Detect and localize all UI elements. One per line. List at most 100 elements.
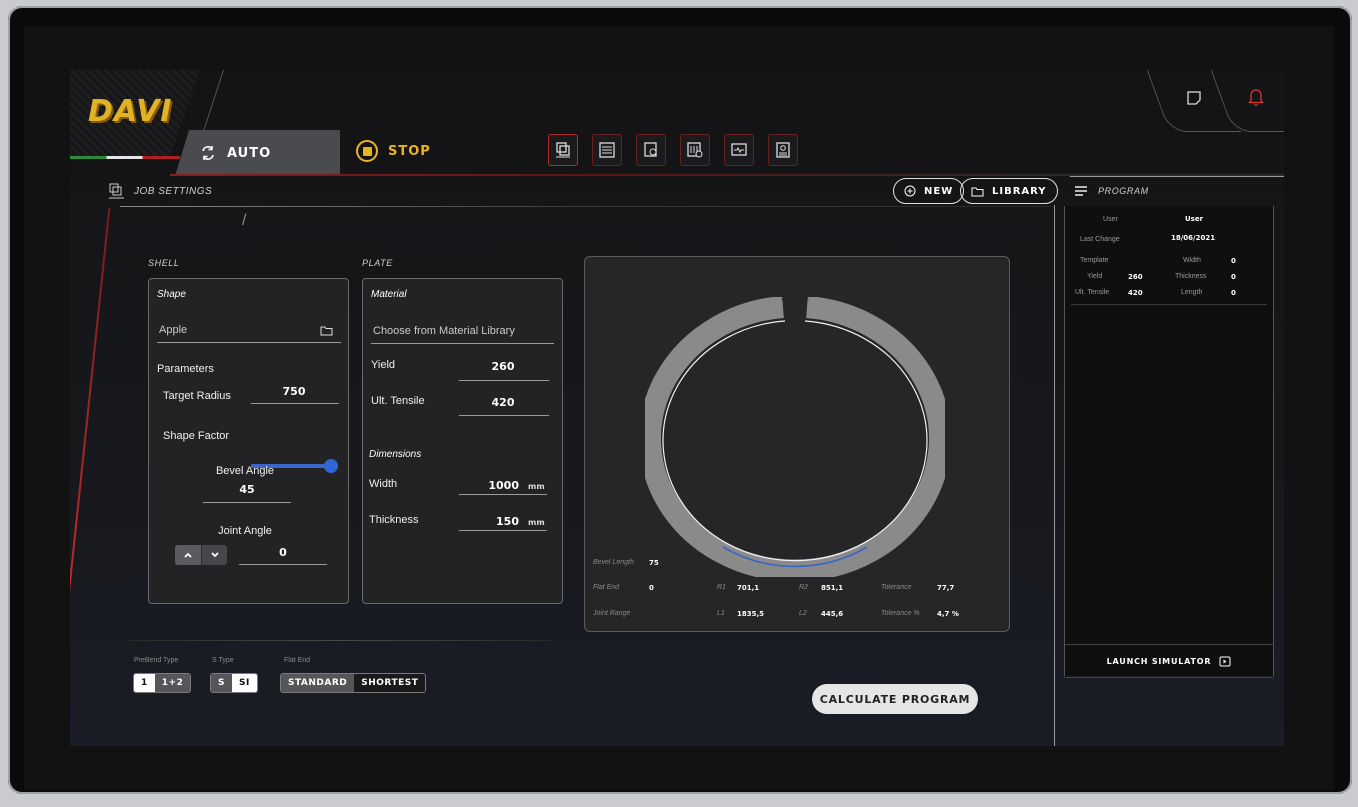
new-button[interactable]: NEW [893,178,965,204]
r1-label: R1 [717,584,726,591]
launch-simulator-button[interactable]: LAUNCH SIMULATOR [1064,644,1274,678]
thickness-unit: mm [528,518,545,527]
top-bar: DAVI AUTO STOP [70,70,1284,176]
shell-diagram-panel: Bevel Length 75 Flat End 0 Joint Range R… [584,256,1010,632]
user-value: User [1185,215,1204,223]
tolerance-value: 77,7 [937,584,955,592]
thickness-label: Thickness [369,514,419,526]
bell-icon[interactable] [1248,88,1264,106]
bevel-angle-underline [203,502,291,503]
decrement-button[interactable] [201,545,227,565]
target-radius-label: Target Radius [163,390,231,402]
s-type-option-s[interactable]: S [211,674,232,692]
material-card-title: Material [371,289,407,300]
target-radius-input[interactable]: 750 [251,385,337,398]
prog-width-label: Width [1183,257,1201,264]
plus-circle-icon [904,185,916,197]
tool-report[interactable] [768,134,798,166]
tool-machine-settings[interactable] [680,134,710,166]
width-unit: mm [528,482,545,491]
last-change-value: 18/06/2021 [1171,234,1216,242]
yield-label: Yield [371,359,396,371]
auto-mode-tab[interactable]: AUTO [175,130,340,176]
tool-job-settings[interactable] [548,134,578,166]
yield-underline [459,380,549,381]
last-change-label: Last Change [1080,236,1120,243]
ult-tensile-underline [459,415,549,416]
thickness-input[interactable]: 150 [459,515,519,528]
width-underline [459,494,547,495]
flat-end-value: 0 [649,584,654,592]
bevel-angle-input[interactable]: 45 [203,483,291,496]
prog-thickness-value: 0 [1231,273,1236,281]
report-icon [776,142,790,158]
prog-thickness-label: Thickness [1175,273,1207,280]
target-radius-underline [251,403,339,404]
library-label: LIBRARY [992,185,1047,197]
prog-ult-value: 420 [1128,289,1143,297]
outer-ring [645,297,945,577]
inner-white-line [662,320,928,562]
joint-angle-underline [239,564,327,565]
program-divider [1071,304,1267,305]
folder-icon[interactable] [320,325,333,336]
flat-end-shortest[interactable]: SHORTEST [354,674,426,692]
tolerance-label: Tolerance [881,584,912,591]
program-list-icon [599,142,615,158]
tolerance-pct-label: Tolerance % [881,610,920,617]
shell-card: Shape Apple Parameters Target Radius 750… [148,278,349,604]
joint-angle-label: Joint Angle [218,525,272,537]
flat-end-toggle: STANDARD SHORTEST [280,673,427,693]
shell-section-label: SHELL [148,258,180,268]
job-settings-title: JOB SETTINGS [134,185,213,197]
flat-end-option-label: Flat End [284,657,311,664]
shape-card-title: Shape [157,289,186,300]
breadcrumb-separator: / [242,212,247,229]
yield-input[interactable]: 260 [459,360,547,373]
joint-angle-stepper [175,545,227,565]
s-type-option-si[interactable]: SI [231,674,257,692]
menu-icon[interactable] [1074,185,1088,197]
left-accent-edge [70,208,111,746]
library-button[interactable]: LIBRARY [960,178,1058,204]
folder-icon [971,187,984,196]
launch-simulator-label: LAUNCH SIMULATOR [1106,656,1212,666]
auto-mode-label: AUTO [227,145,272,161]
program-header: PROGRAM [1074,180,1149,202]
template-label: Template [1080,257,1109,264]
brand-logo: DAVI [88,94,173,129]
joint-range-label: Joint Range [593,610,631,617]
tool-monitor[interactable] [724,134,754,166]
app-screen: DAVI AUTO STOP JOB SETTINGS / NEW LIBRAR… [70,70,1284,746]
prog-width-value: 0 [1231,257,1236,265]
stop-label: STOP [388,143,431,159]
width-input[interactable]: 1000 [459,479,519,492]
prog-yield-value: 260 [1128,273,1143,281]
notes-icon[interactable] [1186,90,1202,106]
calculate-program-button[interactable]: CALCULATE PROGRAM [812,684,978,714]
increment-button[interactable] [175,545,201,565]
material-underline [371,343,554,344]
flat-end-standard[interactable]: STANDARD [281,674,355,692]
r1-value: 701,1 [737,584,760,592]
bevel-angle-label: Bevel Angle [215,465,275,477]
ult-tensile-input[interactable]: 420 [459,396,547,409]
stop-button[interactable]: STOP [356,140,431,162]
job-settings-underline [120,206,1050,207]
bevel-length-value: 75 [649,559,659,567]
material-library-select[interactable]: Choose from Material Library [373,325,515,337]
prebend-option-1-2[interactable]: 1+2 [154,674,191,692]
joint-notch [781,299,809,311]
thickness-underline [459,530,547,531]
tool-program-list[interactable] [592,134,622,166]
toolbar [548,134,798,166]
shape-select[interactable]: Apple [159,324,187,336]
program-details: User User Last Change 18/06/2021 Templat… [1064,206,1274,676]
l1-value: 1835,5 [737,610,765,618]
chevron-up-icon [184,552,192,558]
joint-angle-input[interactable]: 0 [239,546,327,559]
prebend-option-1[interactable]: 1 [134,674,155,692]
prebend-type-toggle: 1 1+2 [133,673,192,693]
prog-length-label: Length [1181,289,1203,296]
tool-search-doc[interactable] [636,134,666,166]
